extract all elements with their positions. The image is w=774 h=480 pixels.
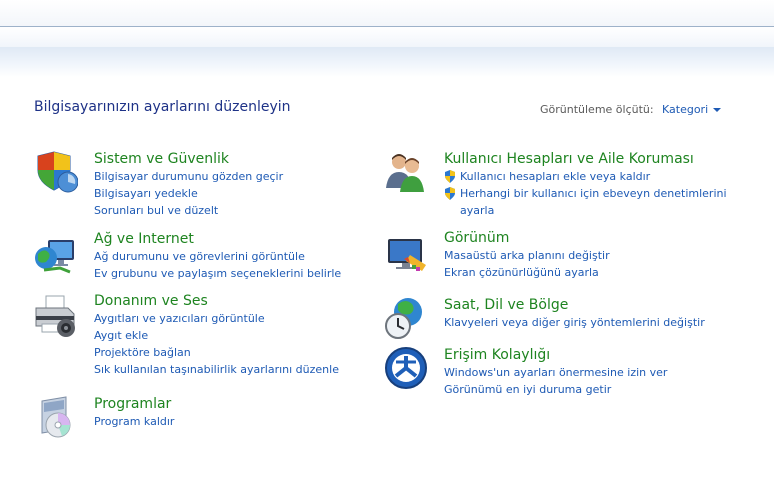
category-title-user-accounts[interactable]: Kullanıcı Hesapları ve Aile Koruması <box>444 150 727 168</box>
view-by-dropdown[interactable]: Kategori <box>662 103 722 116</box>
printer-icon[interactable] <box>34 294 78 338</box>
view-by-value: Kategori <box>662 103 709 116</box>
link-change-background[interactable]: Masaüstü arka planını değiştir <box>444 247 610 264</box>
link-backup[interactable]: Bilgisayarı yedekle <box>94 185 283 202</box>
link-mobility-settings[interactable]: Sık kullanılan taşınabilirlik ayarlarını… <box>94 361 339 378</box>
ease-of-access-icon[interactable] <box>384 346 428 390</box>
link-devices-printers[interactable]: Aygıtları ve yazıcıları görüntüle <box>94 310 339 327</box>
link-troubleshoot[interactable]: Sorunları bul ve düzelt <box>94 202 283 219</box>
link-parental-controls-label: Herhangi bir kullanıcı için ebeveyn dene… <box>460 187 727 200</box>
chevron-down-icon <box>713 108 722 112</box>
page-title: Bilgisayarınızın ayarlarını düzenleyin <box>34 99 291 115</box>
link-change-keyboards[interactable]: Klavyeleri veya diğer giriş yöntemlerini… <box>444 314 705 331</box>
uac-shield-icon <box>445 187 455 200</box>
link-parental-controls[interactable]: Herhangi bir kullanıcı için ebeveyn dene… <box>444 185 727 202</box>
header-gradient-strip <box>0 47 774 77</box>
link-network-status[interactable]: Ağ durumunu ve görevlerini görüntüle <box>94 248 341 265</box>
link-add-device[interactable]: Aygıt ekle <box>94 327 339 344</box>
view-by-label: Görüntüleme ölçütü: <box>540 103 654 116</box>
link-adjust-resolution[interactable]: Ekran çözünürlüğünü ayarla <box>444 264 610 281</box>
monitor-appearance-icon[interactable] <box>384 235 428 279</box>
category-title-hardware[interactable]: Donanım ve Ses <box>94 292 339 310</box>
link-homegroup[interactable]: Ev grubunu ve paylaşım seçeneklerini bel… <box>94 265 341 282</box>
shield-security-icon[interactable] <box>34 150 79 194</box>
programs-disc-icon[interactable] <box>34 395 78 439</box>
users-icon[interactable] <box>384 150 428 194</box>
category-title-appearance[interactable]: Görünüm <box>444 229 610 247</box>
link-optimize-display[interactable]: Görünümü en iyi duruma getir <box>444 381 667 398</box>
category-title-network[interactable]: Ağ ve Internet <box>94 230 341 248</box>
window-titlebar <box>0 0 774 27</box>
link-connect-projector[interactable]: Projektöre bağlan <box>94 344 339 361</box>
link-review-status[interactable]: Bilgisayar durumunu gözden geçir <box>94 168 283 185</box>
category-title-ease-of-access[interactable]: Erişim Kolaylığı <box>444 346 667 364</box>
category-title-programs[interactable]: Programlar <box>94 395 174 413</box>
link-add-remove-accounts-label: Kullanıcı hesapları ekle veya kaldır <box>460 170 651 183</box>
clock-globe-icon[interactable] <box>384 296 428 340</box>
category-title-clock[interactable]: Saat, Dil ve Bölge <box>444 296 705 314</box>
link-add-remove-accounts[interactable]: Kullanıcı hesapları ekle veya kaldır <box>444 168 727 185</box>
uac-shield-icon <box>445 170 455 183</box>
category-title-system-security[interactable]: Sistem ve Güvenlik <box>94 150 283 168</box>
link-windows-suggest-settings[interactable]: Windows'un ayarları önermesine izin ver <box>444 364 667 381</box>
link-parental-controls-continued[interactable]: ayarla <box>444 202 727 219</box>
link-uninstall-program[interactable]: Program kaldır <box>94 413 174 430</box>
address-bar[interactable] <box>0 27 774 47</box>
network-globe-icon[interactable] <box>34 234 78 278</box>
